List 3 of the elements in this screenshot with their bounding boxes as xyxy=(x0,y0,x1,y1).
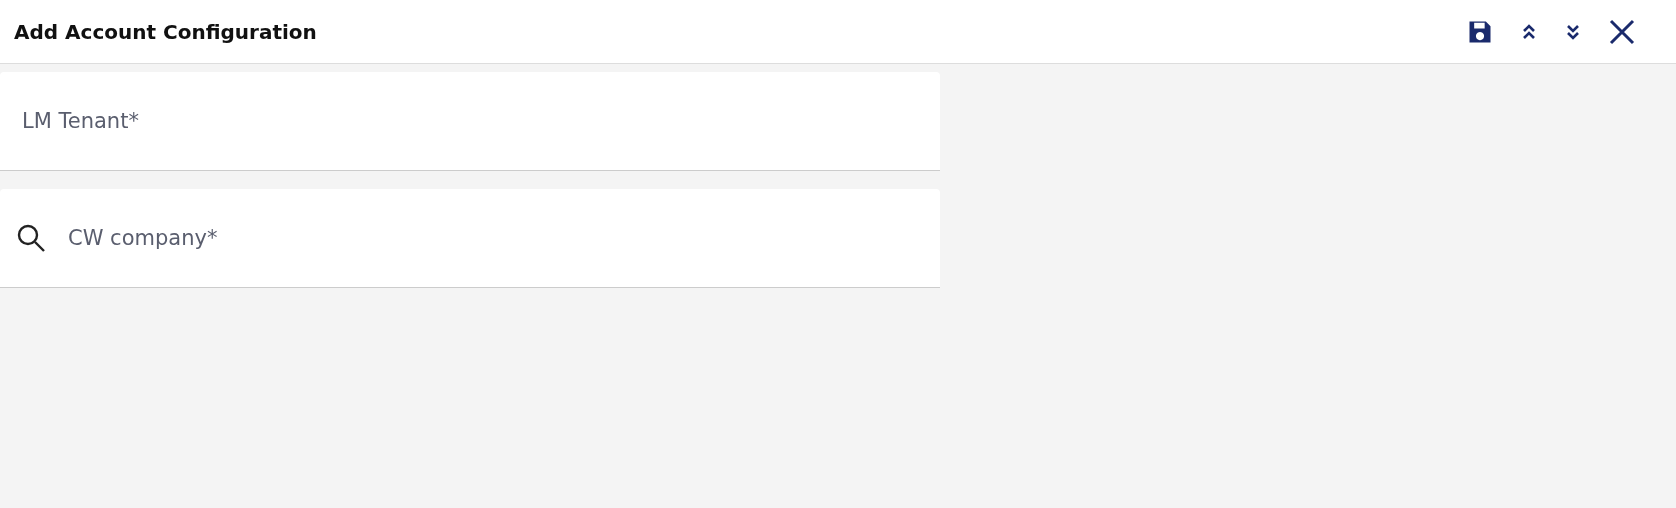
double-chevron-down-icon xyxy=(1564,22,1582,41)
panel-title: Add Account Configuration xyxy=(14,19,317,44)
search-icon xyxy=(16,223,46,253)
